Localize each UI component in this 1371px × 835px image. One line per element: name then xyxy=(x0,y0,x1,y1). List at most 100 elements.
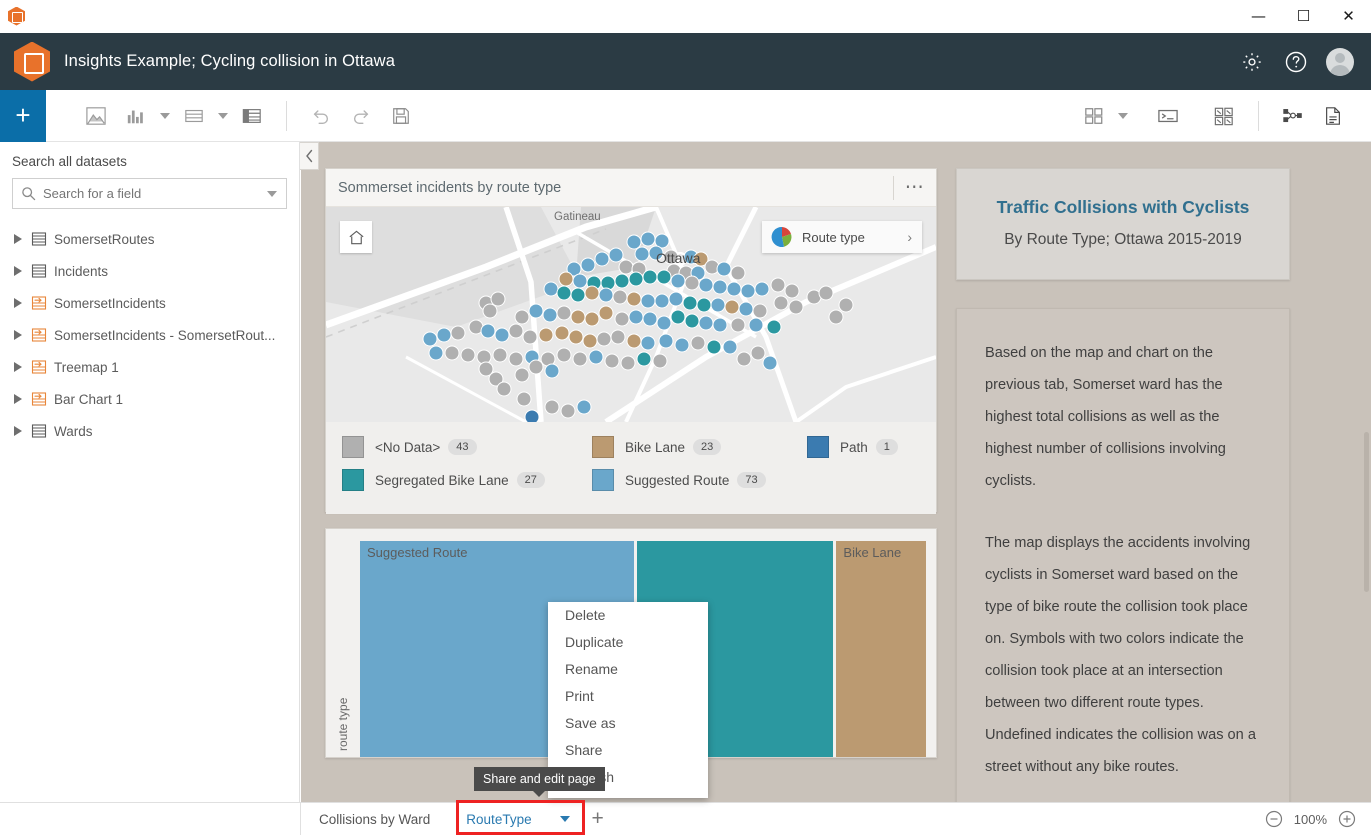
body-text-card[interactable]: Based on the map and chart on the previo… xyxy=(956,308,1290,802)
menu-item-rename[interactable]: Rename xyxy=(548,656,708,683)
save-icon[interactable] xyxy=(381,90,421,142)
legend-swatch xyxy=(592,436,614,458)
home-icon[interactable] xyxy=(340,221,372,253)
legend-swatch xyxy=(342,436,364,458)
maximize-button[interactable]: ☐ xyxy=(1281,0,1326,33)
page-doc-icon[interactable] xyxy=(1313,90,1353,142)
analysis-icon[interactable] xyxy=(1273,90,1313,142)
legend-count: 1 xyxy=(875,439,898,455)
panel-collapse-button[interactable] xyxy=(300,142,319,170)
chart-tool-icon[interactable] xyxy=(116,90,156,142)
tab-chevron-down-icon[interactable] xyxy=(550,803,580,835)
expand-arrow-icon[interactable] xyxy=(10,362,26,372)
chevron-left-icon xyxy=(305,149,312,163)
menu-item-share[interactable]: Share xyxy=(548,737,708,764)
toolbar-right-group xyxy=(1074,90,1353,142)
legend-swatch xyxy=(592,469,614,491)
tab-collisions-by-ward[interactable]: Collisions by Ward xyxy=(301,803,448,835)
dataset-item-somersetincidents-somersetroutes[interactable]: SomersetIncidents - SomersetRout... xyxy=(0,319,299,351)
zoom-controls: 100% xyxy=(1264,809,1357,829)
map-card: Sommerset incidents by route type ⋯ Gati… xyxy=(325,168,937,514)
legend-row: Segregated Bike Lane 27 Suggested Route … xyxy=(342,469,920,491)
chevron-right-icon[interactable]: › xyxy=(907,229,912,245)
datasets-heading: Search all datasets xyxy=(12,154,127,169)
result-dataset-icon xyxy=(26,295,52,311)
table-tool-chevron-down-icon[interactable] xyxy=(214,90,232,142)
chart-tool-chevron-down-icon[interactable] xyxy=(156,90,174,142)
os-title-bar: — ☐ ✕ xyxy=(0,0,1371,33)
dataset-list: SomersetRoutes Incidents SomersetInciden… xyxy=(0,223,299,447)
legend-item-bike-lane[interactable]: Bike Lane 23 xyxy=(592,436,807,458)
minimize-button[interactable]: — xyxy=(1236,0,1281,33)
map-viewport[interactable]: Gatineau Ottawa Route type › xyxy=(326,207,936,422)
title-text-card[interactable]: Traffic Collisions with Cyclists By Rout… xyxy=(956,168,1290,280)
legend-row: <No Data> 43 Bike Lane 23 Path 1 xyxy=(342,436,920,458)
menu-item-print[interactable]: Print xyxy=(548,683,708,710)
bottom-left-strip xyxy=(0,802,301,835)
text-card-subtitle: By Route Type; Ottawa 2015-2019 xyxy=(1004,231,1242,248)
app-header: Insights Example; Cycling collision in O… xyxy=(0,33,1371,90)
search-field-container[interactable] xyxy=(12,178,287,209)
layout-chevron-down-icon[interactable] xyxy=(1114,90,1132,142)
table-tool-icon[interactable] xyxy=(174,90,214,142)
result-dataset-icon xyxy=(26,391,52,407)
menu-item-delete[interactable]: Delete xyxy=(548,602,708,629)
menu-item-duplicate[interactable]: Duplicate xyxy=(548,629,708,656)
dataset-item-somersetroutes[interactable]: SomersetRoutes xyxy=(0,223,299,255)
search-chevron-down-icon[interactable] xyxy=(267,190,277,197)
undo-icon[interactable] xyxy=(301,90,341,142)
text-card-title: Traffic Collisions with Cyclists xyxy=(996,197,1250,217)
close-button[interactable]: ✕ xyxy=(1326,0,1371,33)
add-card-button[interactable]: + xyxy=(0,89,46,142)
zoom-out-icon[interactable] xyxy=(1264,809,1284,829)
map-tool-icon[interactable] xyxy=(76,90,116,142)
expand-arrow-icon[interactable] xyxy=(10,266,26,276)
treemap-cell-bike-lane[interactable]: Bike Lane xyxy=(836,541,926,757)
expand-arrow-icon[interactable] xyxy=(10,330,26,340)
insights-logo-icon xyxy=(14,41,50,82)
map-card-header: Sommerset incidents by route type ⋯ xyxy=(326,169,936,207)
redo-icon[interactable] xyxy=(341,90,381,142)
search-input[interactable] xyxy=(43,186,267,201)
expand-arrow-icon[interactable] xyxy=(10,298,26,308)
map-legend-button[interactable]: Route type › xyxy=(762,221,922,253)
map-card-title: Sommerset incidents by route type xyxy=(338,179,562,196)
legend-item-no-data[interactable]: <No Data> 43 xyxy=(342,436,592,458)
menu-item-save-as[interactable]: Save as xyxy=(548,710,708,737)
page-canvas: Sommerset incidents by route type ⋯ Gati… xyxy=(301,142,1371,802)
ellipsis-icon[interactable]: ⋯ xyxy=(894,169,936,207)
toolbar-history-group xyxy=(301,90,421,142)
layout-grid-icon[interactable] xyxy=(1074,90,1114,142)
zoom-in-icon[interactable] xyxy=(1337,809,1357,829)
toolbar-divider-right xyxy=(1258,100,1259,131)
tab-routetype[interactable]: RouteType xyxy=(448,803,549,835)
legend-button-label: Route type xyxy=(802,229,865,245)
dataset-item-somersetincidents[interactable]: SomersetIncidents xyxy=(0,287,299,319)
dataset-label: SomersetIncidents - SomersetRout... xyxy=(54,327,276,343)
add-page-button[interactable]: + xyxy=(580,803,616,835)
window-controls: — ☐ ✕ xyxy=(1236,0,1371,33)
legend-label: Bike Lane xyxy=(625,439,686,455)
dataset-item-wards[interactable]: Wards xyxy=(0,415,299,447)
console-icon[interactable] xyxy=(1148,90,1188,142)
dataset-item-incidents[interactable]: Incidents xyxy=(0,255,299,287)
table-dataset-icon xyxy=(26,423,52,439)
main-toolbar: + xyxy=(0,89,1371,142)
page-tab-bar: Collisions by Ward RouteType + 100% xyxy=(301,802,1371,835)
help-icon[interactable] xyxy=(1282,48,1310,76)
cards-tool-icon[interactable] xyxy=(232,90,272,142)
expand-arrow-icon[interactable] xyxy=(10,394,26,404)
gear-icon[interactable] xyxy=(1238,48,1266,76)
legend-label: Path xyxy=(840,439,868,455)
widgets-icon[interactable] xyxy=(1204,90,1244,142)
expand-arrow-icon[interactable] xyxy=(10,234,26,244)
legend-item-segregated-bike-lane[interactable]: Segregated Bike Lane 27 xyxy=(342,469,592,491)
dataset-item-bar-chart-1[interactable]: Bar Chart 1 xyxy=(0,383,299,415)
avatar[interactable] xyxy=(1326,47,1354,76)
legend-item-suggested-route[interactable]: Suggested Route 73 xyxy=(592,469,807,491)
tooltip: Share and edit page xyxy=(474,767,605,797)
dataset-item-treemap-1[interactable]: Treemap 1 xyxy=(0,351,299,383)
legend-item-path[interactable]: Path 1 xyxy=(807,436,898,458)
canvas-scrollbar[interactable] xyxy=(1364,432,1369,592)
expand-arrow-icon[interactable] xyxy=(10,426,26,436)
